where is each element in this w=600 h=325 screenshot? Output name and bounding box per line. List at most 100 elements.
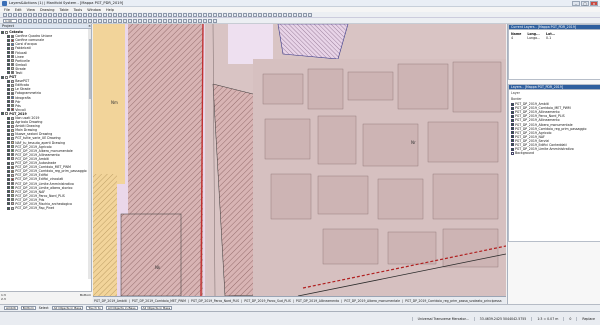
- layer-checkbox[interactable]: [7, 182, 10, 186]
- map-tab[interactable]: PGT_DP_2019_Ambiti: [93, 299, 128, 303]
- layer-checkbox[interactable]: [7, 177, 10, 181]
- layer-checkbox[interactable]: [7, 120, 10, 124]
- project-layer-item[interactable]: PGT_DP_2019_Rsp_Pinet: [1, 206, 91, 210]
- toolbar-tool-icon[interactable]: [73, 12, 77, 17]
- layer-checkbox[interactable]: [7, 34, 10, 38]
- layer-checkbox[interactable]: [7, 55, 10, 59]
- toolbar-tool-icon[interactable]: [48, 12, 52, 17]
- layer-checkbox[interactable]: [7, 46, 10, 50]
- toolbar-tool-icon[interactable]: [208, 18, 212, 23]
- toolbar-tool-icon[interactable]: [213, 18, 217, 23]
- toolbar-tool-icon[interactable]: [233, 12, 237, 17]
- toolbar-tool-icon[interactable]: [68, 18, 72, 23]
- toolbar-tool-icon[interactable]: [163, 12, 167, 17]
- layer-checkbox[interactable]: [7, 79, 10, 83]
- layer-checkbox[interactable]: [7, 96, 10, 100]
- toolbar-tool-icon[interactable]: [128, 18, 132, 23]
- toolbar-tool-icon[interactable]: [43, 18, 47, 23]
- menu-item-view[interactable]: View: [27, 8, 35, 12]
- map-tab[interactable]: PGT_DP_2019_Albero_monumentale: [343, 299, 401, 303]
- toolbar-tool-icon[interactable]: [143, 18, 147, 23]
- map-tab[interactable]: PGT_DP_2019_Allineamento: [295, 299, 340, 303]
- toolbar-tool-icon[interactable]: [238, 12, 242, 17]
- layer-checkbox[interactable]: [7, 59, 10, 63]
- toolbar-tool-icon[interactable]: [303, 12, 307, 17]
- layers-list-item[interactable]: Background: [509, 151, 600, 155]
- toolbar-tool-icon[interactable]: [53, 12, 57, 17]
- toolbar-tool-icon[interactable]: [103, 18, 107, 23]
- toolbar-tool-icon[interactable]: [78, 18, 82, 23]
- toolbar-tool-icon[interactable]: [33, 12, 37, 17]
- toolbar-tool-icon[interactable]: [223, 12, 227, 17]
- toolbar-tool-icon[interactable]: [18, 18, 22, 23]
- mode-select[interactable]: Ambiti: [4, 306, 18, 310]
- toolbar-tool-icon[interactable]: [43, 12, 47, 17]
- toolbar-tool-icon[interactable]: [273, 12, 277, 17]
- layer-visibility-checkbox[interactable]: [511, 143, 514, 147]
- layer-checkbox[interactable]: [7, 136, 10, 140]
- menu-item-table[interactable]: Table: [60, 8, 69, 12]
- layer-checkbox[interactable]: [7, 194, 10, 198]
- toolbar-tool-icon[interactable]: [163, 18, 167, 23]
- toolbar-tool-icon[interactable]: [133, 12, 137, 17]
- toolbar-tool-icon[interactable]: [158, 12, 162, 17]
- toolbar-tool-icon[interactable]: [28, 18, 32, 23]
- minimize-button[interactable]: –: [572, 1, 580, 6]
- toolbar-tool-icon[interactable]: [38, 18, 42, 23]
- zoom-field[interactable]: 1:40: [3, 18, 17, 23]
- close-button[interactable]: ×: [590, 1, 598, 6]
- toolbar-tool-icon[interactable]: [78, 12, 82, 17]
- toolbar-tool-icon[interactable]: [178, 18, 182, 23]
- layer-checkbox[interactable]: [7, 206, 10, 210]
- layer-checkbox[interactable]: [7, 87, 10, 91]
- toolbar-tool-icon[interactable]: [98, 18, 102, 23]
- layer-visibility-checkbox[interactable]: [511, 147, 514, 151]
- layer-checkbox[interactable]: [7, 153, 10, 157]
- toolbar-tool-icon[interactable]: [263, 12, 267, 17]
- menu-item-drawing[interactable]: Drawing: [40, 8, 55, 12]
- touch-select[interactable]: Touch to: [86, 306, 103, 310]
- map-canvas[interactable]: Nm Nk Nr: [93, 24, 506, 296]
- toolbar-tool-icon[interactable]: [183, 12, 187, 17]
- toolbar-tool-icon[interactable]: [203, 12, 207, 17]
- toolbar-tool-icon[interactable]: [208, 12, 212, 17]
- objects-select-2[interactable]: All Objects in Bass: [105, 306, 138, 310]
- toolbar-tool-icon[interactable]: [173, 12, 177, 17]
- menu-item-edit[interactable]: Edit: [15, 8, 22, 12]
- layer-checkbox[interactable]: [7, 100, 10, 104]
- toolbar-tool-icon[interactable]: [18, 12, 22, 17]
- toolbar-tool-icon[interactable]: [23, 18, 27, 23]
- layer-visibility-checkbox[interactable]: [511, 118, 514, 122]
- layer-checkbox[interactable]: [7, 157, 10, 161]
- layer-visibility-checkbox[interactable]: [511, 110, 514, 114]
- toolbar-tool-icon[interactable]: [213, 12, 217, 17]
- toolbar-tool-icon[interactable]: [118, 12, 122, 17]
- objects-select[interactable]: All Objects in Bass: [51, 306, 84, 310]
- layer-checkbox[interactable]: [7, 116, 10, 120]
- layer-checkbox[interactable]: [7, 132, 10, 136]
- layer-checkbox[interactable]: [7, 63, 10, 67]
- footer-size[interactable]: Bottom: [80, 293, 91, 297]
- toolbar-tool-icon[interactable]: [13, 12, 17, 17]
- toolbar-tool-icon[interactable]: [308, 12, 312, 17]
- toolbar-tool-icon[interactable]: [63, 18, 67, 23]
- toolbar-tool-icon[interactable]: [48, 18, 52, 23]
- toolbar-tool-icon[interactable]: [83, 18, 87, 23]
- toolbar-tool-icon[interactable]: [153, 12, 157, 17]
- menu-item-file[interactable]: File: [4, 8, 10, 12]
- toolbar-tool-icon[interactable]: [138, 18, 142, 23]
- layer-checkbox[interactable]: [1, 112, 4, 116]
- toolbar-tool-icon[interactable]: [188, 12, 192, 17]
- layer-checkbox[interactable]: [1, 30, 4, 34]
- toolbar-tool-icon[interactable]: [63, 12, 67, 17]
- toolbar-tool-icon[interactable]: [193, 12, 197, 17]
- project-scrollbar[interactable]: [88, 29, 91, 279]
- toolbar-tool-icon[interactable]: [183, 18, 187, 23]
- toolbar-tool-icon[interactable]: [98, 12, 102, 17]
- scrollbar-thumb[interactable]: [88, 39, 91, 99]
- toolbar-tool-icon[interactable]: [283, 12, 287, 17]
- menu-item-window[interactable]: Window: [87, 8, 101, 12]
- layer-checkbox[interactable]: [7, 145, 10, 149]
- toolbar-tool-icon[interactable]: [123, 18, 127, 23]
- layer-visibility-checkbox[interactable]: [511, 106, 514, 110]
